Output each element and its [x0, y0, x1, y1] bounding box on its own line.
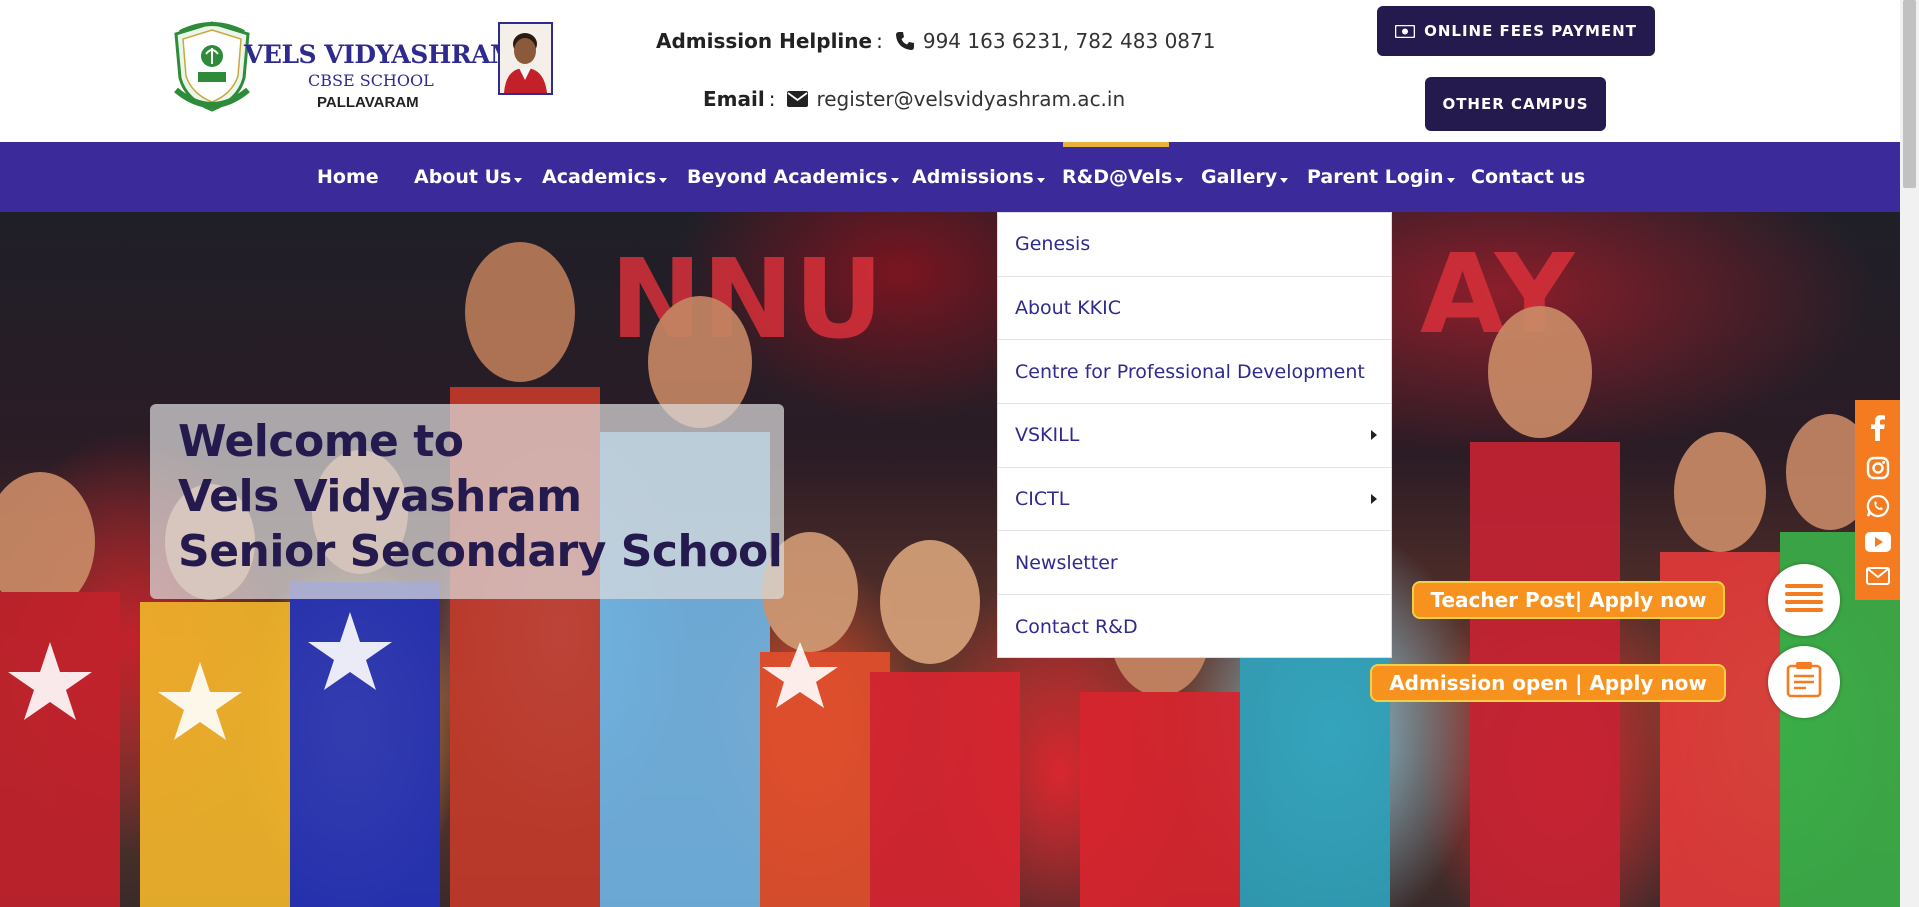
nav-active-indicator [1063, 142, 1169, 147]
dropdown-item-contact-rnd[interactable]: Contact R&D [998, 595, 1391, 659]
dropdown-item-label: CICTL [1015, 488, 1070, 511]
nav-item-contact-us[interactable]: Contact us [1471, 142, 1585, 212]
teacher-apply-button[interactable]: Teacher Post| Apply now [1412, 581, 1725, 619]
nav-item-academics[interactable]: Academics [542, 142, 668, 212]
form-icon [1786, 662, 1822, 702]
mail-icon[interactable] [1865, 566, 1890, 585]
page-scrollbar[interactable] [1900, 0, 1919, 907]
hero-slider: NNU AY Welcome to Vels Vidyashram Senior… [0, 212, 1900, 907]
menu-lines-icon [1785, 582, 1823, 618]
nav-label: Gallery [1201, 166, 1278, 188]
nav-label: About Us [414, 166, 512, 188]
dropdown-item-cictl[interactable]: CICTL [998, 468, 1391, 532]
school-crest-icon [174, 21, 250, 112]
caret-down-icon [1036, 177, 1045, 183]
helpline-numbers[interactable]: 994 163 6231, 782 483 0871 [923, 29, 1216, 53]
email-separator: : [768, 87, 776, 111]
nav-label: Parent Login [1307, 166, 1444, 188]
nav-label: R&D@Vels [1062, 166, 1173, 188]
online-fees-payment-label: ONLINE FEES PAYMENT [1424, 22, 1637, 40]
dropdown-item-professional-development[interactable]: Centre for Professional Development [998, 340, 1391, 405]
nav-item-beyond-academics[interactable]: Beyond Academics [687, 142, 899, 212]
social-media-strip [1855, 400, 1900, 600]
dropdown-item-about-kkic[interactable]: About KKIC [998, 277, 1391, 341]
nav-label: Home [317, 166, 379, 188]
envelope-icon [787, 91, 809, 107]
email-contact: Email : register@velsvidyashram.ac.in [703, 87, 1125, 111]
youtube-icon[interactable] [1864, 532, 1891, 553]
dropdown-item-label: About KKIC [1015, 297, 1122, 320]
hero-line-1: Welcome to [178, 416, 464, 467]
nav-item-parent-login[interactable]: Parent Login [1307, 142, 1455, 212]
logo-title: VELS VIDYASHRAM [244, 40, 518, 69]
nav-item-home[interactable]: Home [317, 142, 379, 212]
teacher-apply-circle[interactable] [1768, 564, 1840, 636]
admission-helpline: Admission Helpline : 994 163 6231, 782 4… [656, 29, 1215, 53]
hero-line-2: Vels Vidyashram [178, 471, 582, 522]
dropdown-item-label: Centre for Professional Development [1015, 360, 1365, 383]
helpline-separator: : [876, 29, 883, 53]
admission-apply-button[interactable]: Admission open | Apply now [1370, 664, 1726, 702]
submenu-arrow-icon [1371, 430, 1377, 441]
nav-item-about-us[interactable]: About Us [414, 142, 523, 212]
founder-portrait [498, 22, 553, 95]
admission-apply-circle[interactable] [1768, 646, 1840, 718]
main-navigation: Home About Us Academics Beyond Academics… [0, 142, 1900, 212]
online-fees-payment-button[interactable]: ONLINE FEES PAYMENT [1377, 6, 1655, 56]
other-campus-button[interactable]: OTHER CAMPUS [1425, 77, 1606, 131]
money-icon [1395, 24, 1416, 38]
rnd-vels-dropdown-menu: Genesis About KKIC Centre for Profession… [997, 212, 1392, 658]
caret-down-icon [1280, 177, 1289, 183]
caret-down-icon [1446, 177, 1455, 183]
dropdown-item-label: Newsletter [1015, 551, 1118, 574]
caret-down-icon [890, 177, 899, 183]
nav-label: Admissions [912, 166, 1034, 188]
helpline-label: Admission Helpline [656, 29, 873, 53]
logo-subtitle: CBSE SCHOOL [308, 71, 434, 90]
dropdown-item-newsletter[interactable]: Newsletter [998, 531, 1391, 596]
scrollbar-thumb[interactable] [1903, 0, 1916, 188]
school-logo[interactable]: VELS VIDYASHRAM CBSE SCHOOL PALLAVARAM [170, 20, 555, 116]
logo-place: PALLAVARAM [317, 94, 419, 111]
nav-item-gallery[interactable]: Gallery [1201, 142, 1289, 212]
dropdown-item-label: VSKILL [1015, 424, 1080, 447]
nav-label: Contact us [1471, 166, 1586, 188]
facebook-icon[interactable] [1870, 415, 1886, 442]
nav-label: Academics [542, 166, 657, 188]
caret-down-icon [659, 177, 668, 183]
site-header: VELS VIDYASHRAM CBSE SCHOOL PALLAVARAM A… [0, 0, 1900, 142]
dropdown-item-genesis[interactable]: Genesis [998, 213, 1391, 277]
teacher-apply-label: Teacher Post| Apply now [1430, 588, 1707, 612]
caret-down-icon [514, 177, 523, 183]
dropdown-item-label: Genesis [1015, 233, 1091, 256]
whatsapp-icon[interactable] [1866, 494, 1890, 518]
phone-icon [895, 31, 915, 51]
email-label: Email [703, 87, 765, 111]
email-address[interactable]: register@velsvidyashram.ac.in [816, 87, 1125, 111]
hero-welcome-box: Welcome to Vels Vidyashram Senior Second… [150, 404, 784, 599]
hero-line-3: Senior Secondary School [178, 526, 783, 577]
dropdown-item-vskill[interactable]: VSKILL [998, 404, 1391, 468]
instagram-icon[interactable] [1866, 456, 1890, 480]
nav-label: Beyond Academics [687, 166, 888, 188]
admission-apply-label: Admission open | Apply now [1389, 671, 1707, 695]
submenu-arrow-icon [1371, 494, 1377, 505]
other-campus-label: OTHER CAMPUS [1442, 95, 1589, 113]
nav-item-rnd-vels[interactable]: R&D@Vels [1062, 142, 1184, 212]
dropdown-item-label: Contact R&D [1015, 615, 1138, 638]
nav-item-admissions[interactable]: Admissions [912, 142, 1045, 212]
caret-down-icon [1175, 177, 1184, 183]
